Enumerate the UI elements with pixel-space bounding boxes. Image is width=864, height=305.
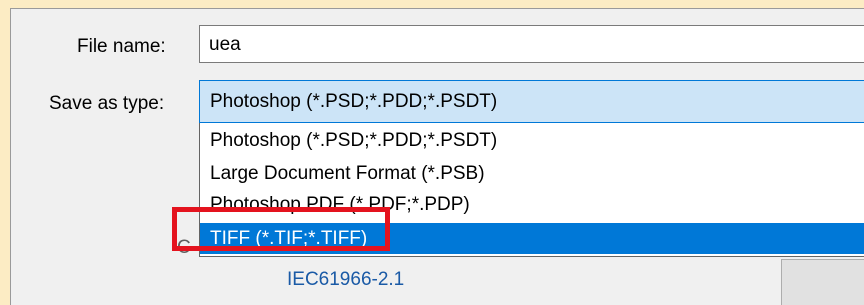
option-large-document-format[interactable]: Large Document Format (*.PSB) <box>200 160 864 187</box>
color-profile-link[interactable]: IEC61966-2.1 <box>287 269 404 291</box>
save-as-type-select[interactable]: Photoshop (*.PSD;*.PDD;*.PSDT) <box>199 80 864 123</box>
save-as-type-label: Save as type: <box>49 93 165 114</box>
save-as-dialog: File name: uea Save as type: C IEC61966-… <box>10 8 864 305</box>
file-name-label: File name: <box>77 36 166 57</box>
file-name-input[interactable]: uea <box>199 25 864 63</box>
annotation-highlight-box <box>172 207 390 251</box>
option-photoshop[interactable]: Photoshop (*.PSD;*.PDD;*.PSDT) <box>200 127 864 154</box>
dialog-button-partial[interactable] <box>781 259 864 305</box>
